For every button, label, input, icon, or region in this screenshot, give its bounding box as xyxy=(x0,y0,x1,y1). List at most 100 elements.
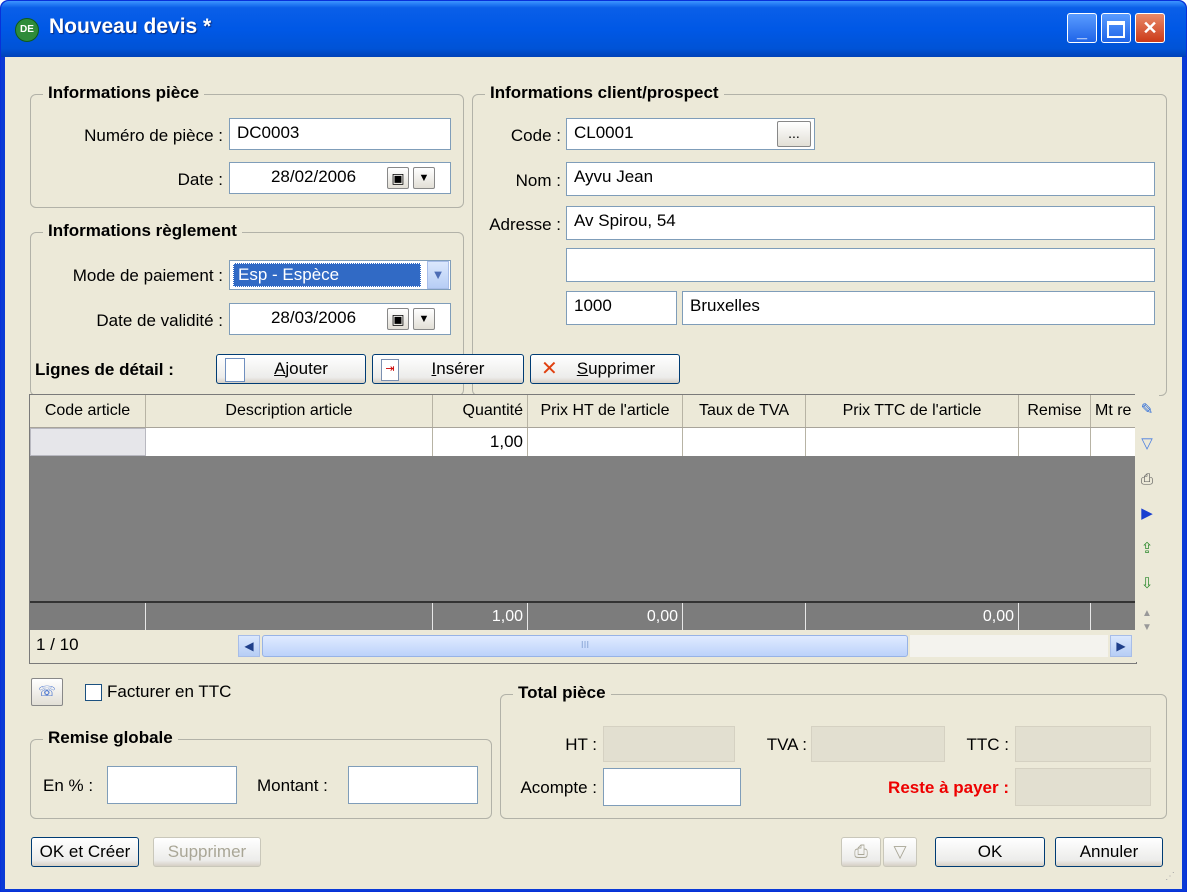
scroll-down-icon[interactable]: ▼ xyxy=(1137,618,1157,638)
mode-paiement-select[interactable]: Esp - Espèce xyxy=(229,260,451,290)
minimize-icon: _ xyxy=(1076,21,1087,41)
ok-creer-button[interactable]: OK et Créer xyxy=(31,837,139,867)
browse-client-button[interactable]: ... xyxy=(777,121,811,147)
notes-icon[interactable]: ☏ xyxy=(31,678,63,706)
detail-grid[interactable]: Code article Description article Quantit… xyxy=(29,394,1137,664)
minimize-button[interactable]: _ xyxy=(1067,13,1097,43)
cell-quantite[interactable]: 1,00 xyxy=(433,428,528,456)
numero-label: Numéro de pièce : xyxy=(84,126,223,145)
acompte-label: Acompte : xyxy=(520,778,597,797)
total-group-title: Total pièce xyxy=(513,683,611,703)
ht-label: HT : xyxy=(565,735,597,754)
window: DE Nouveau devis * _ ✕ Informations pièc… xyxy=(0,0,1187,892)
acompte-field[interactable] xyxy=(603,768,741,806)
export-icon[interactable]: ⇪ xyxy=(1137,539,1157,559)
horizontal-scroll-thumb[interactable]: III xyxy=(262,635,908,657)
tva-label: TVA : xyxy=(766,735,807,754)
filter-icon[interactable]: ▽ xyxy=(883,837,917,867)
total-code xyxy=(30,603,146,630)
new-doc-icon xyxy=(225,358,245,382)
table-row[interactable]: 1,00 xyxy=(30,428,1136,456)
resize-grip-icon[interactable]: ⋰ xyxy=(1165,871,1177,883)
close-icon: ✕ xyxy=(1142,18,1158,38)
scroll-left-icon[interactable]: ◀ xyxy=(238,635,260,657)
adresse-line1-field[interactable]: Av Spirou, 54 xyxy=(566,206,1155,240)
adresse-line2-field[interactable] xyxy=(566,248,1155,282)
total-remise xyxy=(1019,603,1091,630)
reglement-group-title: Informations règlement xyxy=(43,221,242,241)
scroll-right-icon[interactable]: ▶ xyxy=(1110,635,1132,657)
cell-mt-remise[interactable] xyxy=(1091,428,1136,456)
ttc-field xyxy=(1015,726,1151,762)
dialog-body: Informations pièce Numéro de pièce : DC0… xyxy=(5,57,1182,889)
remise-group-title: Remise globale xyxy=(43,728,178,748)
cell-prix-ht[interactable] xyxy=(528,428,683,456)
col-quantite[interactable]: Quantité xyxy=(433,395,528,427)
col-mt-remise[interactable]: Mt re xyxy=(1091,395,1136,427)
col-description[interactable]: Description article xyxy=(146,395,433,427)
piece-group-title: Informations pièce xyxy=(43,83,205,103)
delete-icon: ✕ xyxy=(541,358,558,380)
remise-montant-field[interactable] xyxy=(348,766,478,804)
lignes-detail-label: Lignes de détail : xyxy=(35,360,174,379)
col-code-article[interactable]: Code article xyxy=(30,395,146,427)
ajouter-button[interactable]: Ajouter xyxy=(216,354,366,384)
adresse-label: Adresse : xyxy=(489,215,561,234)
grid-header: Code article Description article Quantit… xyxy=(30,395,1136,428)
filter-icon[interactable]: ▽ xyxy=(1137,434,1157,454)
supprimer-button[interactable]: Supprimer xyxy=(153,837,261,867)
numero-field[interactable]: DC0003 xyxy=(229,118,451,150)
col-prix-ht[interactable]: Prix HT de l'article xyxy=(528,395,683,427)
ttc-label: TTC : xyxy=(966,735,1010,754)
cell-code-article[interactable] xyxy=(30,428,146,456)
annuler-button[interactable]: Annuler xyxy=(1055,837,1163,867)
remise-pct-field[interactable] xyxy=(107,766,237,804)
nom-label: Nom : xyxy=(515,171,561,190)
col-prix-ttc[interactable]: Prix TTC de l'article xyxy=(806,395,1019,427)
mode-paiement-label: Mode de paiement : xyxy=(72,266,223,285)
insert-row-icon: ⇥ xyxy=(381,359,399,381)
code-postal-field[interactable]: 1000 xyxy=(566,291,677,325)
app-icon: DE xyxy=(15,18,39,42)
cell-prix-ttc[interactable] xyxy=(806,428,1019,456)
code-label: Code : xyxy=(510,126,561,145)
maximize-icon xyxy=(1102,14,1130,42)
edit-icon[interactable]: ✎ xyxy=(1137,400,1157,420)
horizontal-scroll-track[interactable] xyxy=(910,635,1108,657)
client-group-title: Informations client/prospect xyxy=(485,83,724,103)
calendar-icon[interactable]: ▣ xyxy=(387,308,409,330)
maximize-button[interactable] xyxy=(1101,13,1131,43)
validite-dropdown-button[interactable]: ▼ xyxy=(413,308,435,330)
ok-button[interactable]: OK xyxy=(935,837,1045,867)
calendar-icon[interactable]: ▣ xyxy=(387,167,409,189)
nom-field[interactable]: Ayvu Jean xyxy=(566,162,1155,196)
inserer-button[interactable]: ⇥ Insérer xyxy=(372,354,524,384)
grid-totals-row: 1,00 0,00 0,00 xyxy=(30,601,1136,630)
page-info: 1 / 10 xyxy=(36,635,79,654)
date-dropdown-button[interactable]: ▼ xyxy=(413,167,435,189)
remise-pct-label: En % : xyxy=(43,776,94,795)
grid-side-toolbar: ✎ ▽ ⎙ ▶ ⇪ ⇩ ▲ ▼ xyxy=(1135,394,1159,662)
cell-taux-tva[interactable] xyxy=(683,428,806,456)
print-icon[interactable]: ⎙ xyxy=(841,837,881,867)
print-icon[interactable]: ⎙ xyxy=(1137,470,1157,490)
chevron-down-icon[interactable]: ▼ xyxy=(427,261,449,289)
col-remise[interactable]: Remise xyxy=(1019,395,1091,427)
cell-description[interactable] xyxy=(146,428,433,456)
ville-field[interactable]: Bruxelles xyxy=(682,291,1155,325)
remise-montant-label: Montant : xyxy=(257,776,328,795)
import-icon[interactable]: ⇩ xyxy=(1137,574,1157,594)
close-button[interactable]: ✕ xyxy=(1135,13,1165,43)
supprimer-ligne-button[interactable]: ✕ Supprimer xyxy=(530,354,680,384)
cell-remise[interactable] xyxy=(1019,428,1091,456)
mode-paiement-value: Esp - Espèce xyxy=(233,263,421,287)
facturer-ttc-label: Facturer en TTC xyxy=(107,682,232,701)
ht-field xyxy=(603,726,735,762)
col-taux-tva[interactable]: Taux de TVA xyxy=(683,395,806,427)
total-quantite: 1,00 xyxy=(433,603,528,630)
title-bar[interactable]: DE Nouveau devis * _ ✕ xyxy=(1,1,1186,57)
facturer-ttc-checkbox[interactable] xyxy=(85,684,102,701)
tva-field xyxy=(811,726,945,762)
validite-label: Date de validité : xyxy=(96,311,223,330)
play-icon[interactable]: ▶ xyxy=(1137,504,1157,524)
